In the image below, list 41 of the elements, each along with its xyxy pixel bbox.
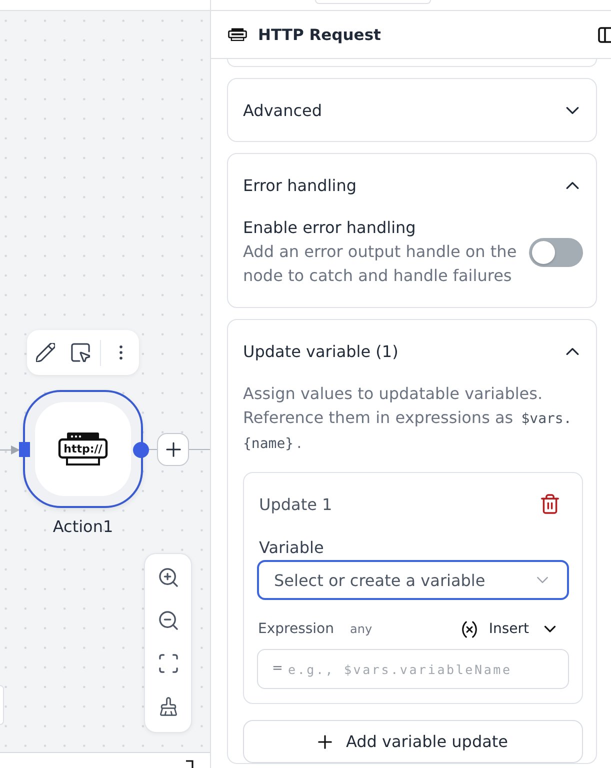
insert-button[interactable]: Insert [462, 620, 556, 638]
select-pointer-icon[interactable] [71, 343, 90, 362]
type-hint: any [350, 622, 372, 636]
delete-button[interactable] [541, 494, 559, 514]
corner-mark-icon [186, 760, 194, 768]
more-vertical-icon[interactable] [119, 345, 123, 360]
panel-title: HTTP Request [258, 26, 381, 44]
node-label: Action1 [52, 516, 114, 538]
accordion-header[interactable]: Update variable (1) [228, 320, 596, 382]
equals-prefix: = [272, 660, 283, 678]
add-node-button[interactable] [157, 433, 189, 466]
add-variable-button[interactable]: Add variable update [243, 720, 583, 763]
accordion-header[interactable]: Error handling [228, 154, 596, 216]
trash-icon [541, 494, 559, 514]
update-title: Update 1 [259, 494, 332, 514]
workflow-node[interactable]: http:// [23, 390, 143, 508]
connector-line [189, 449, 210, 450]
toggle-switch[interactable] [529, 238, 583, 266]
brush-icon[interactable] [158, 697, 178, 716]
variable-icon [462, 620, 477, 638]
section-description: Assign values to updatable variables. Reference them in expressions as $vars.{name} . [243, 383, 573, 454]
edge-arrow [0, 445, 20, 455]
field-label: Expression [258, 621, 334, 637]
zoom-in-icon[interactable] [158, 568, 178, 587]
setting-label: Enable error handling [243, 217, 417, 239]
fit-view-icon[interactable] [158, 654, 178, 673]
output-handle[interactable] [133, 442, 149, 458]
variable-select[interactable]: Select or create a variable [257, 560, 569, 600]
setting-description: Add an error output handle on the node to catch and handle failures [243, 241, 518, 287]
connector-line [149, 449, 157, 450]
accordion-header[interactable]: Advanced [228, 79, 596, 141]
chevron-down-icon [544, 625, 556, 633]
browser-icon [228, 28, 247, 41]
sidebar-icon[interactable] [598, 26, 611, 42]
zoom-out-icon[interactable] [158, 611, 178, 630]
field-label: Variable [258, 537, 325, 559]
plus-icon [318, 734, 332, 748]
plus-icon [166, 442, 180, 457]
chevron-down-icon [536, 576, 549, 584]
pencil-icon[interactable] [36, 343, 55, 362]
input-handle[interactable] [19, 442, 30, 457]
